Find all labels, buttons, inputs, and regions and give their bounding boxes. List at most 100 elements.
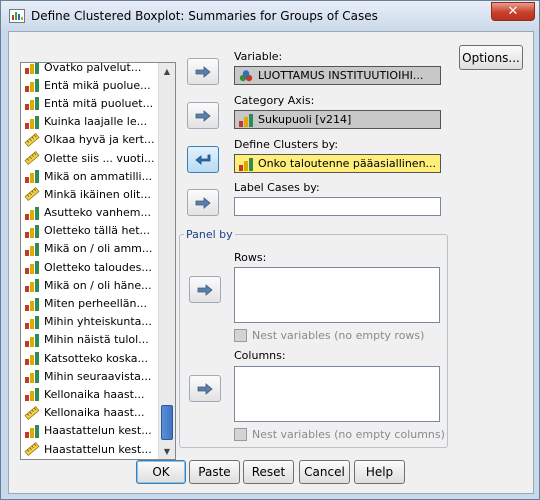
- scale-ruler-icon: [24, 187, 40, 202]
- scale-ruler-icon: [24, 132, 40, 147]
- variable-list-item[interactable]: Katsotteko koska...: [21, 349, 159, 367]
- ordinal-bar-icon: [24, 260, 40, 275]
- variable-list-item[interactable]: Haastattelun kest...: [21, 440, 159, 458]
- options-button-label: Options...: [462, 50, 520, 65]
- move-to-columns-button[interactable]: [189, 375, 221, 402]
- ordinal-bar-icon: [24, 169, 40, 184]
- rows-list[interactable]: [234, 267, 440, 323]
- variable-list-item[interactable]: Kellonaika haast...: [21, 404, 159, 422]
- scale-ruler-icon: [24, 151, 40, 166]
- move-to-category-axis-button[interactable]: [187, 102, 219, 129]
- move-to-variable-button[interactable]: [187, 58, 219, 85]
- variable-list-item-label: Kuinka laajalle le...: [44, 115, 148, 129]
- variable-list-item[interactable]: Oletteko taloudes...: [21, 258, 159, 276]
- category-axis-label: Category Axis:: [234, 94, 315, 107]
- arrow-left-icon: [195, 154, 211, 165]
- variable-list-item-label: Haastattelun kest...: [44, 424, 152, 438]
- variable-list-item-label: Ovatko palvelut...: [44, 62, 142, 74]
- variable-list-item[interactable]: Olkaa hyvä ja kert...: [21, 131, 159, 149]
- panel-by-legend: Panel by: [184, 228, 235, 241]
- variable-list-item[interactable]: Entä mitä puoluet...: [21, 94, 159, 112]
- variable-list-item[interactable]: Haastattelun kest...: [21, 422, 159, 440]
- scroll-down-icon[interactable]: ▼: [160, 444, 174, 458]
- move-to-clusters-button[interactable]: [187, 146, 219, 173]
- reset-button[interactable]: Reset: [243, 460, 294, 484]
- nest-columns-checkbox[interactable]: Nest variables (no empty columns): [234, 428, 445, 441]
- variable-list-item[interactable]: Mikä on / oli amm...: [21, 240, 159, 258]
- variable-list-item[interactable]: Miten perheellän...: [21, 294, 159, 312]
- label-cases-label: Label Cases by:: [234, 181, 320, 194]
- columns-label: Columns:: [234, 349, 286, 362]
- scroll-thumb[interactable]: [161, 405, 173, 440]
- variable-list-item-label: Katsotteko koska...: [44, 351, 148, 365]
- variable-list-item[interactable]: Mihin seuraavista...: [21, 367, 159, 385]
- arrow-right-icon: [195, 65, 211, 78]
- scroll-up-icon[interactable]: ▲: [160, 64, 174, 78]
- nest-rows-label: Nest variables (no empty rows): [252, 329, 425, 342]
- scale-ruler-icon: [24, 442, 40, 457]
- cancel-button[interactable]: Cancel: [299, 460, 350, 484]
- variable-list-item-label: Asutteko vanhem...: [44, 206, 151, 220]
- variable-list-item[interactable]: Asutteko vanhem...: [21, 204, 159, 222]
- columns-list[interactable]: [234, 366, 440, 422]
- rows-label: Rows:: [234, 251, 267, 264]
- ordinal-bar-icon: [24, 315, 40, 329]
- cancel-button-label: Cancel: [304, 465, 345, 479]
- move-to-rows-button[interactable]: [189, 276, 221, 303]
- ok-button-label: OK: [152, 465, 170, 479]
- ordinal-bar-icon: [24, 297, 40, 311]
- options-button[interactable]: Options...: [459, 45, 523, 70]
- source-variable-list[interactable]: Ovatko palvelut... Entä mikä puoluе... Ent…: [20, 62, 176, 460]
- ordinal-bar-icon: [24, 63, 40, 75]
- ok-button[interactable]: OK: [136, 460, 186, 484]
- variable-list-item-label: Olkaa hyvä ja kert...: [44, 133, 155, 147]
- arrow-right-icon: [197, 283, 213, 296]
- variable-list-item[interactable]: Ovatko palvelut...: [21, 62, 159, 76]
- label-cases-field[interactable]: [234, 197, 441, 216]
- help-button-label: Help: [365, 465, 394, 479]
- variable-list-item[interactable]: Kuinka laajalle le...: [21, 113, 159, 131]
- variable-list-item[interactable]: Mikä on ammatilli...: [21, 167, 159, 185]
- category-axis-field[interactable]: Sukupuoli [v214]: [234, 110, 441, 129]
- variable-list-item[interactable]: Entä mikä puoluе...: [21, 76, 159, 94]
- variable-list-scrollbar[interactable]: ▲ ▼: [158, 63, 175, 459]
- ordinal-bar-icon: [238, 157, 254, 171]
- variable-list-item-label: Oletteko taloudes...: [44, 260, 152, 274]
- variable-list-item-label: Mihin seuraavista...: [44, 369, 152, 383]
- move-to-label-cases-button[interactable]: [187, 189, 219, 216]
- paste-button-label: Paste: [198, 465, 231, 479]
- variable-items: Ovatko palvelut... Entä mikä puoluе... Ent…: [21, 62, 159, 458]
- ordinal-bar-icon: [24, 333, 40, 347]
- ordinal-bar-icon: [24, 424, 40, 438]
- variable-field[interactable]: LUOTTAMUS INSTITUUTIOIHI...: [234, 66, 441, 85]
- ordinal-bar-icon: [24, 96, 40, 111]
- ordinal-bar-icon: [24, 78, 40, 93]
- nominal-circles-icon: [238, 69, 254, 83]
- define-clusters-value: Onko taloutenne pääasiallinen...: [258, 157, 437, 170]
- title-bar: Define Clustered Boxplot: Summaries for …: [1, 1, 539, 31]
- ordinal-bar-icon: [24, 369, 40, 384]
- variable-list-item[interactable]: Olette siis ... vuoti...: [21, 149, 159, 167]
- ordinal-bar-icon: [24, 351, 40, 366]
- dialog-client-area: Ovatko palvelut... Entä mikä puoluе... Ent…: [8, 31, 534, 494]
- variable-list-item[interactable]: Mikä on / oli hänе...: [21, 276, 159, 294]
- variable-list-item[interactable]: Oletteko tällä het...: [21, 222, 159, 240]
- nest-rows-checkbox-box[interactable]: [234, 329, 247, 342]
- ordinal-bar-icon: [238, 113, 254, 127]
- variable-list-item-label: Mikä on / oli hänе...: [44, 278, 152, 292]
- variable-list-item[interactable]: Kellonaika haast...: [21, 385, 159, 403]
- dialog-window: Define Clustered Boxplot: Summaries for …: [0, 0, 540, 500]
- close-icon: ✕: [507, 4, 519, 19]
- define-clusters-field[interactable]: Onko taloutenne pääasiallinen...: [234, 154, 441, 173]
- close-button[interactable]: ✕: [491, 2, 535, 21]
- variable-list-item[interactable]: Mihin yhteiskunta...: [21, 313, 159, 331]
- variable-list-item[interactable]: Mihin näistä tulol...: [21, 331, 159, 349]
- variable-list-item[interactable]: Minkä ikäinen olit...: [21, 185, 159, 203]
- nest-rows-checkbox[interactable]: Nest variables (no empty rows): [234, 329, 424, 342]
- arrow-right-icon: [195, 109, 211, 122]
- variable-value: LUOTTAMUS INSTITUUTIOIHI...: [258, 69, 424, 82]
- help-button[interactable]: Help: [354, 460, 405, 484]
- category-axis-value: Sukupuoli [v214]: [258, 113, 352, 126]
- nest-columns-checkbox-box[interactable]: [234, 428, 247, 441]
- paste-button[interactable]: Paste: [189, 460, 240, 484]
